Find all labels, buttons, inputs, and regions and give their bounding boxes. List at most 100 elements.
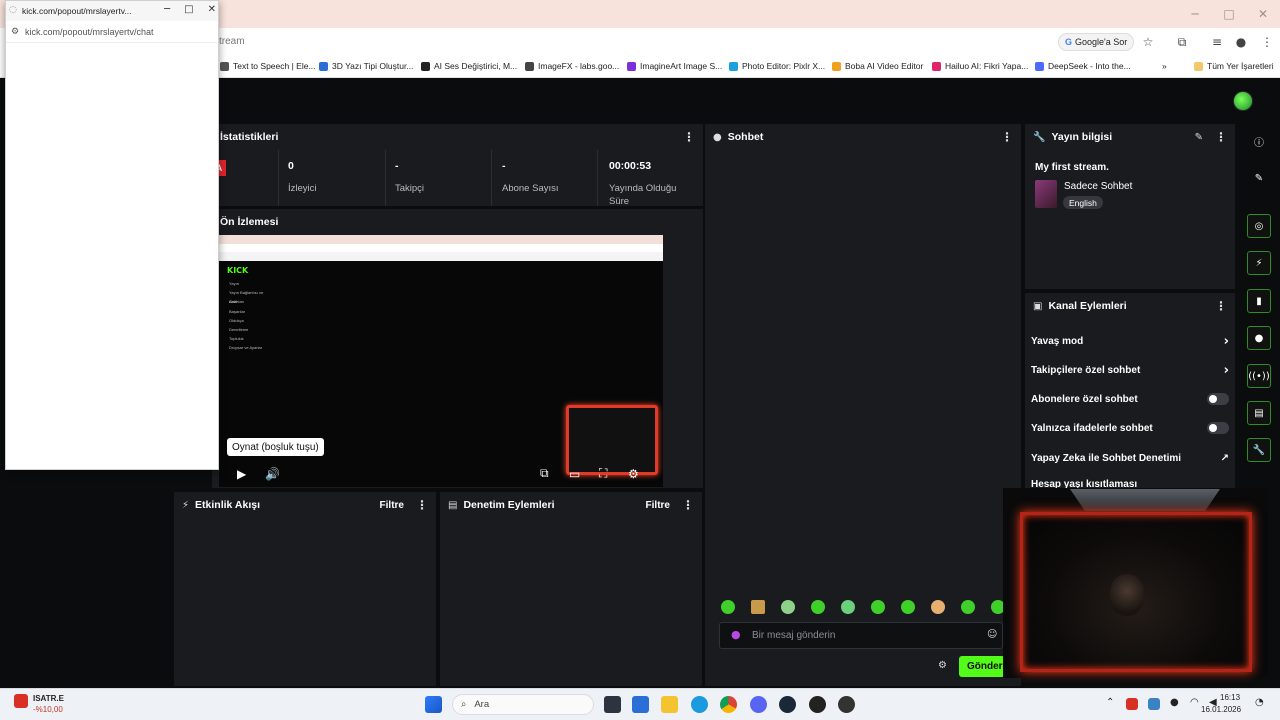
volume-icon[interactable]: 🔊	[265, 467, 280, 481]
windows-start-icon[interactable]	[425, 696, 442, 713]
emote[interactable]	[751, 600, 765, 614]
chat-icon[interactable]: ●	[1247, 326, 1271, 350]
info-icon[interactable]: ⓘ	[1252, 134, 1266, 149]
more-icon[interactable]: ⋮	[682, 498, 694, 512]
edit-icon[interactable]: ✎	[1252, 171, 1266, 185]
stat-viewers: 0 İzleyici	[288, 160, 317, 194]
notification-icon[interactable]: ◔	[1255, 697, 1264, 708]
fullscreen-icon[interactable]: ⛶	[599, 466, 607, 481]
taskbar-search[interactable]: ⌕ Ara	[452, 694, 594, 715]
star-icon[interactable]: ☆	[1139, 33, 1157, 51]
emote[interactable]	[841, 600, 855, 614]
menu-icon[interactable]: ⋮	[1258, 33, 1276, 51]
chat-placeholder: Bir mesaj gönderin	[752, 630, 836, 641]
emote[interactable]	[781, 600, 795, 614]
layout-icon[interactable]: ▤	[1247, 401, 1271, 425]
obs-icon[interactable]	[809, 696, 826, 713]
more-icon[interactable]: ⋮	[1215, 299, 1227, 313]
filter-button[interactable]: Filtre	[646, 500, 670, 511]
bookmark-item[interactable]: ImageFX - labs.goo...	[525, 61, 619, 71]
moderation-title: Denetim Eylemleri	[463, 499, 555, 511]
bookmark-item[interactable]: 3D Yazı Tipi Oluştur...	[319, 61, 413, 71]
chat-title: Sohbet	[727, 131, 764, 143]
theater-icon[interactable]: ▭	[569, 467, 580, 481]
broadcast-icon[interactable]: ((•))	[1247, 364, 1271, 388]
bolt-icon: ⚡	[182, 499, 190, 511]
site-settings-icon[interactable]: ⚙	[11, 27, 19, 37]
emote-only-toggle[interactable]	[1207, 422, 1229, 434]
emote[interactable]	[721, 600, 735, 614]
play-icon[interactable]: ▶	[237, 467, 246, 481]
edge-icon[interactable]	[691, 696, 708, 713]
edit-icon[interactable]: ✎	[1195, 132, 1203, 143]
document-icon[interactable]: ▮	[1247, 289, 1271, 313]
mic-icon[interactable]: ●	[731, 628, 741, 641]
wifi-icon[interactable]: ◠	[1190, 697, 1199, 708]
discord-icon[interactable]	[750, 696, 767, 713]
close-icon[interactable]: ✕	[1246, 0, 1280, 28]
bookmark-item[interactable]: ImagineArt Image S...	[627, 61, 722, 71]
slow-mode-row[interactable]: Yavaş mod ›	[1031, 333, 1229, 349]
emote[interactable]	[811, 600, 825, 614]
filter-button[interactable]: Filtre	[380, 500, 404, 511]
followers-only-row[interactable]: Takipçilere özel sohbet ›	[1031, 362, 1229, 378]
emote[interactable]	[901, 600, 915, 614]
tray-icon[interactable]	[1126, 698, 1138, 710]
emote[interactable]	[871, 600, 885, 614]
emote[interactable]	[931, 600, 945, 614]
file-explorer-icon[interactable]	[661, 696, 678, 713]
wrench-icon[interactable]: 🔧	[1247, 438, 1271, 462]
send-button[interactable]: Gönder	[959, 656, 1005, 677]
minimize-icon[interactable]: ─	[1178, 0, 1212, 28]
chevron-up-icon[interactable]: ⌃	[1106, 697, 1114, 708]
stat-subscribers: - Abone Sayısı	[502, 160, 559, 194]
maximize-icon[interactable]: □	[184, 4, 193, 15]
bookmark-item[interactable]: Photo Editor: Pixlr X...	[729, 61, 825, 71]
mic-icon[interactable]: ●	[1170, 697, 1179, 708]
tray-icon[interactable]	[1148, 698, 1160, 710]
more-icon[interactable]: ⋮	[1001, 130, 1013, 144]
clock-time[interactable]: 16:13	[1220, 693, 1240, 702]
ai-moderation-row[interactable]: Yapay Zeka ile Sohbet Denetimi ↗	[1031, 450, 1229, 466]
stat-uptime: 00:00:53 Yayında Olduğu Süre	[609, 160, 677, 207]
shield-icon: ▤	[448, 499, 458, 511]
emoji-icon[interactable]: ☺	[987, 629, 997, 640]
steam-icon[interactable]	[779, 696, 796, 713]
bookmark-item[interactable]: Text to Speech | Ele...	[220, 61, 316, 71]
app-icon[interactable]	[838, 696, 855, 713]
widgets-icon[interactable]	[632, 696, 649, 713]
stat-followers: - Takipçi	[395, 160, 425, 194]
subscribers-only-toggle[interactable]	[1207, 393, 1229, 405]
bookmark-item[interactable]: Hailuo AI: Fikri Yapa...	[932, 61, 1028, 71]
more-icon[interactable]: ⋮	[1215, 130, 1227, 144]
category-name: Sadece Sohbet	[1064, 181, 1133, 192]
emote-only-row: Yalnızca ifadelerle sohbet	[1031, 420, 1229, 436]
stock-widget-icon[interactable]	[14, 694, 28, 708]
settings-icon[interactable]: ⚙	[628, 467, 639, 481]
minimize-icon[interactable]: ─	[164, 4, 170, 15]
chrome-icon[interactable]	[720, 696, 737, 713]
clock-date[interactable]: 16.01.2026	[1201, 705, 1241, 714]
task-view-icon[interactable]	[604, 696, 621, 713]
more-icon[interactable]: ⋮	[416, 498, 428, 512]
chevron-right-icon[interactable]: »	[1162, 61, 1167, 71]
google-sor-button[interactable]: G Google'a Sor	[1058, 33, 1135, 51]
close-icon[interactable]: ✕	[208, 4, 216, 15]
channel-actions-header: ▣ Kanal Eylemleri ⋮	[1025, 293, 1235, 319]
bookmark-item[interactable]: AI Ses Değiştirici, M...	[421, 61, 517, 71]
bolt-icon[interactable]: ⚡	[1247, 251, 1271, 275]
reading-list-icon[interactable]: ≡	[1208, 33, 1226, 51]
user-avatar[interactable]	[1233, 91, 1253, 111]
profile-icon[interactable]: ●	[1232, 33, 1250, 51]
more-icon[interactable]: ⋮	[683, 130, 695, 144]
bookmark-item[interactable]: Boba AI Video Editor	[832, 61, 923, 71]
chat-settings-icon[interactable]: ⚙	[938, 660, 947, 671]
pip-icon[interactable]: ⧉	[540, 466, 549, 481]
stream-preview-icon[interactable]: ◎	[1247, 214, 1271, 238]
channel-actions-title: Kanal Eylemleri	[1048, 300, 1127, 312]
bookmark-item[interactable]: DeepSeek - Into the...	[1035, 61, 1131, 71]
emote[interactable]	[961, 600, 975, 614]
bookmark-folder[interactable]: Tüm Yer İşaretleri	[1194, 61, 1274, 71]
maximize-icon[interactable]: □	[1212, 0, 1246, 28]
extensions-icon[interactable]: ⧉	[1173, 33, 1191, 51]
